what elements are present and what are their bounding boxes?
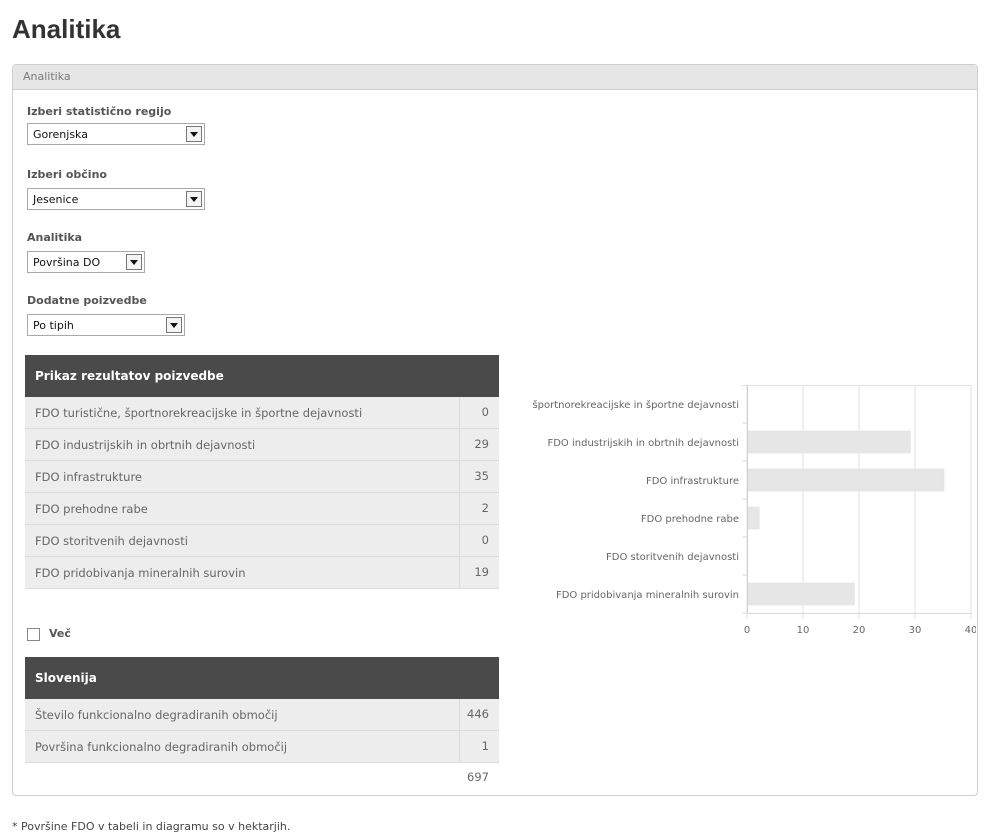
municipality-label: Izberi občino — [27, 168, 107, 181]
results-row: FDO turistične, športnorekreacijske in š… — [25, 397, 499, 429]
results-row-label: FDO storitvenih dejavnosti — [35, 534, 188, 548]
analytics-panel: Analitika Izberi statistično regijo Gore… — [12, 64, 978, 796]
results-row: FDO infrastrukture 35 — [25, 461, 499, 493]
y-category-label: FDO storitvenih dejavnosti — [606, 552, 739, 563]
results-table: Prikaz rezultatov poizvedbe FDO turistič… — [25, 355, 499, 589]
results-row-value: 35 — [459, 461, 499, 492]
slovenia-row-label: Število funkcionalno degradiranih območi… — [35, 708, 278, 722]
chevron-down-icon[interactable] — [186, 126, 202, 142]
slovenia-table-title: Slovenija — [25, 657, 499, 699]
results-row-value: 29 — [459, 429, 499, 460]
extra-queries-label: Dodatne poizvedbe — [27, 294, 147, 307]
x-tick-label: 30 — [909, 625, 922, 636]
extra-queries-select-value: Po tipih — [33, 319, 74, 332]
bar — [747, 430, 911, 454]
y-category-label: FDO industrijskih in obrtnih dejavnosti — [547, 438, 739, 449]
x-tick-label: 20 — [853, 625, 866, 636]
footnote: * Površine FDO v tabeli in diagramu so v… — [12, 820, 291, 833]
results-row-label: FDO pridobivanja mineralnih surovin — [35, 566, 246, 580]
results-row: FDO storitvenih dejavnosti 0 — [25, 525, 499, 557]
results-row-value: 19 — [459, 557, 499, 588]
results-row-value: 0 — [459, 397, 499, 428]
y-category-label: FDO infrastrukture — [646, 476, 739, 487]
municipality-select[interactable]: Jesenice — [27, 188, 205, 210]
x-tick-label: 0 — [744, 625, 750, 636]
results-row-label: FDO prehodne rabe — [35, 502, 148, 516]
results-row: FDO prehodne rabe 2 — [25, 493, 499, 525]
y-category-label: FDO pridobivanja mineralnih surovin — [556, 590, 739, 601]
slovenia-row: Površina funkcionalno degradiranih območ… — [25, 731, 499, 784]
chevron-down-icon[interactable] — [186, 191, 202, 207]
more-label: Več — [49, 627, 71, 640]
panel-header: Analitika — [13, 65, 977, 90]
bar — [747, 468, 945, 492]
y-category-label: športnorekreacijske in športne dejavnost… — [532, 399, 739, 411]
area-bar-chart: 0 10 20 30 40 športnorekreacijske in športne … — [532, 385, 976, 636]
analytics-select[interactable]: Površina DO — [27, 251, 145, 273]
results-row: FDO pridobivanja mineralnih surovin 19 — [25, 557, 499, 589]
results-row-label: FDO industrijskih in obrtnih dejavnosti — [35, 438, 256, 452]
extra-queries-select[interactable]: Po tipih — [27, 314, 185, 336]
results-row-value: 0 — [459, 525, 499, 556]
results-row-label: FDO turistične, športnorekreacijske in š… — [35, 406, 363, 420]
results-row: FDO industrijskih in obrtnih dejavnosti 2… — [25, 429, 499, 461]
results-row-value: 2 — [459, 493, 499, 524]
bar — [747, 582, 855, 606]
analytics-select-value: Površina DO — [33, 256, 101, 269]
slovenia-row-value: 446 — [459, 699, 499, 730]
more-checkbox[interactable] — [27, 628, 40, 641]
results-row-label: FDO infrastrukture — [35, 470, 143, 484]
x-tick-label: 40 — [965, 625, 976, 636]
slovenia-row-value: 1 697 — [459, 731, 499, 784]
region-select[interactable]: Gorenjska — [27, 123, 205, 145]
page-title: Analitika — [12, 14, 121, 44]
municipality-select-value: Jesenice — [33, 193, 79, 206]
region-select-value: Gorenjska — [33, 128, 88, 141]
slovenia-row: Število funkcionalno degradiranih območi… — [25, 699, 499, 731]
bar — [747, 506, 760, 530]
analytics-label: Analitika — [27, 231, 83, 244]
chevron-down-icon[interactable] — [126, 254, 142, 270]
slovenia-row-label: Površina funkcionalno degradiranih območ… — [35, 740, 288, 754]
results-table-title: Prikaz rezultatov poizvedbe — [25, 355, 499, 397]
y-category-label: FDO prehodne rabe — [641, 514, 739, 525]
slovenia-table: Slovenija Število funkcionalno degradira… — [25, 657, 499, 784]
region-label: Izberi statistično regijo — [27, 105, 172, 118]
x-tick-label: 10 — [797, 625, 810, 636]
chevron-down-icon[interactable] — [166, 317, 182, 333]
